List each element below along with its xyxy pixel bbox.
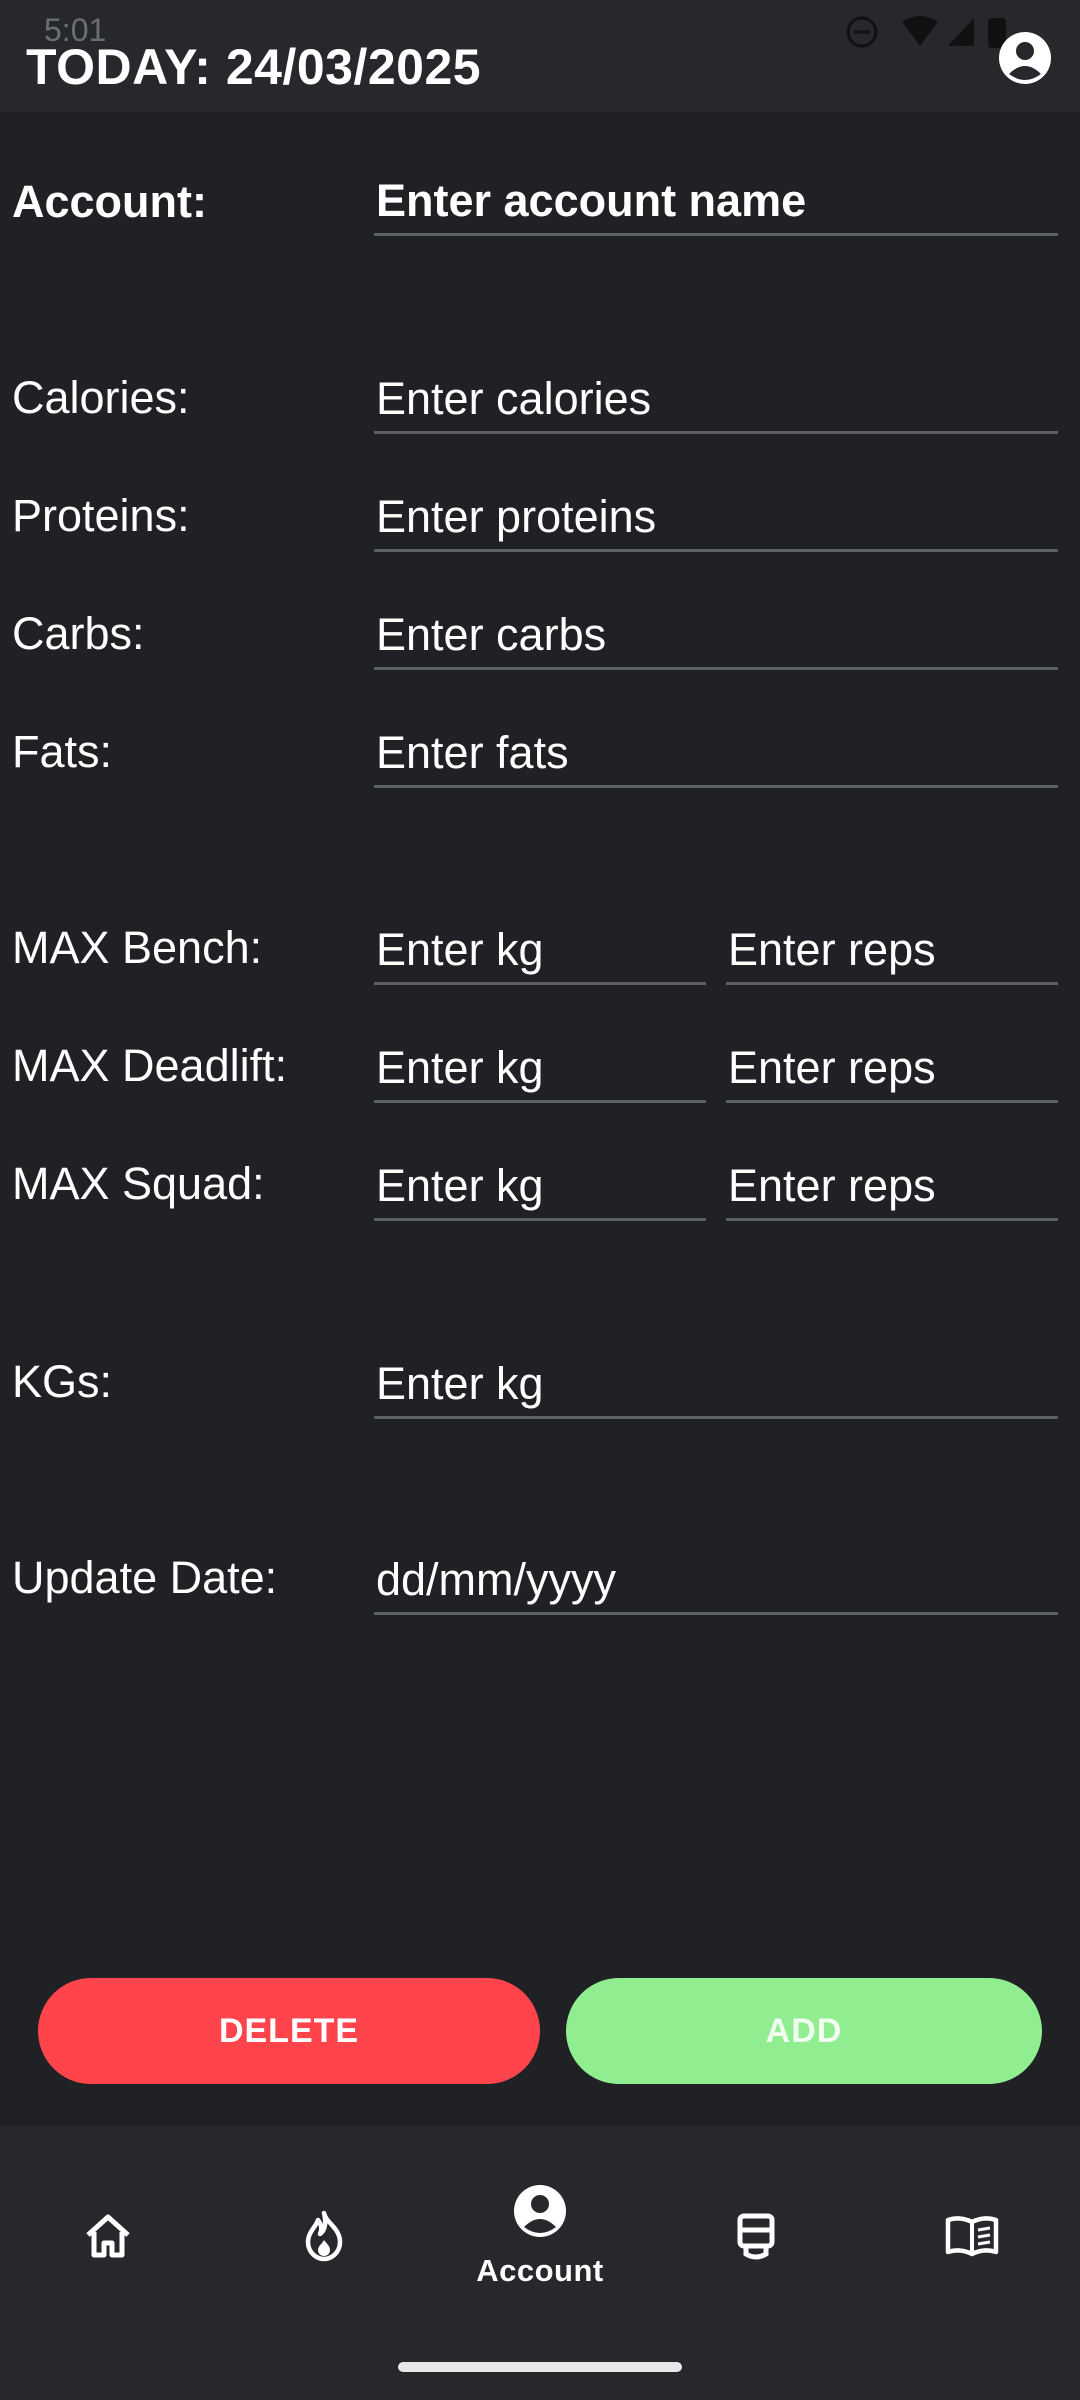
deadlift-reps-input[interactable]: Enter reps <box>726 1042 1058 1103</box>
update-date-label: Update Date: <box>12 1552 278 1603</box>
fats-input[interactable]: Enter fats <box>374 727 1058 788</box>
dnd-icon <box>846 16 878 48</box>
book-icon <box>945 2216 999 2257</box>
carbs-label: Carbs: <box>12 608 145 659</box>
squad-label: MAX Squad: <box>12 1158 265 1209</box>
nav-label-account: Account <box>476 2253 604 2288</box>
bench-kg-input[interactable]: Enter kg <box>374 924 706 985</box>
kgs-label: KGs: <box>12 1356 113 1407</box>
wifi-icon <box>902 16 938 46</box>
drink-icon <box>737 2213 775 2260</box>
fats-label: Fats: <box>12 726 113 777</box>
nav-item-account[interactable]: Account <box>432 2126 648 2346</box>
add-button[interactable]: ADD <box>566 1978 1042 2084</box>
account-circle-icon <box>999 32 1051 84</box>
bench-reps-input[interactable]: Enter reps <box>726 924 1058 985</box>
squad-reps-input[interactable]: Enter reps <box>726 1160 1058 1221</box>
nav-item-home[interactable] <box>0 2126 216 2346</box>
calories-label: Calories: <box>12 372 190 423</box>
top-app-bar: 5:01 TODAY: 24/03/2025 <box>0 0 1080 112</box>
fire-icon <box>305 2210 343 2262</box>
account-label: Account: <box>12 176 207 227</box>
page-title: TODAY: 24/03/2025 <box>26 39 482 95</box>
home-icon <box>86 2214 130 2258</box>
carbs-input[interactable]: Enter carbs <box>374 609 1058 670</box>
bottom-navigation: Account <box>0 2126 1080 2400</box>
nav-item-drink[interactable] <box>648 2126 864 2346</box>
profile-button[interactable] <box>997 30 1053 86</box>
kgs-input[interactable]: Enter kg <box>374 1358 1058 1419</box>
deadlift-kg-input[interactable]: Enter kg <box>374 1042 706 1103</box>
proteins-label: Proteins: <box>12 490 190 541</box>
proteins-input[interactable]: Enter proteins <box>374 491 1058 552</box>
nav-item-book[interactable] <box>864 2126 1080 2346</box>
account-icon <box>514 2185 566 2237</box>
squad-kg-input[interactable]: Enter kg <box>374 1160 706 1221</box>
bench-label: MAX Bench: <box>12 922 263 973</box>
delete-button[interactable]: DELETE <box>38 1978 540 2084</box>
nav-item-fire[interactable] <box>216 2126 432 2346</box>
gesture-home-bar[interactable] <box>398 2362 682 2372</box>
deadlift-label: MAX Deadlift: <box>12 1040 288 1091</box>
account-name-input[interactable]: Enter account name <box>374 175 1058 236</box>
signal-icon <box>948 18 974 46</box>
calories-input[interactable]: Enter calories <box>374 373 1058 434</box>
update-date-input[interactable]: dd/mm/yyyy <box>374 1554 1058 1615</box>
